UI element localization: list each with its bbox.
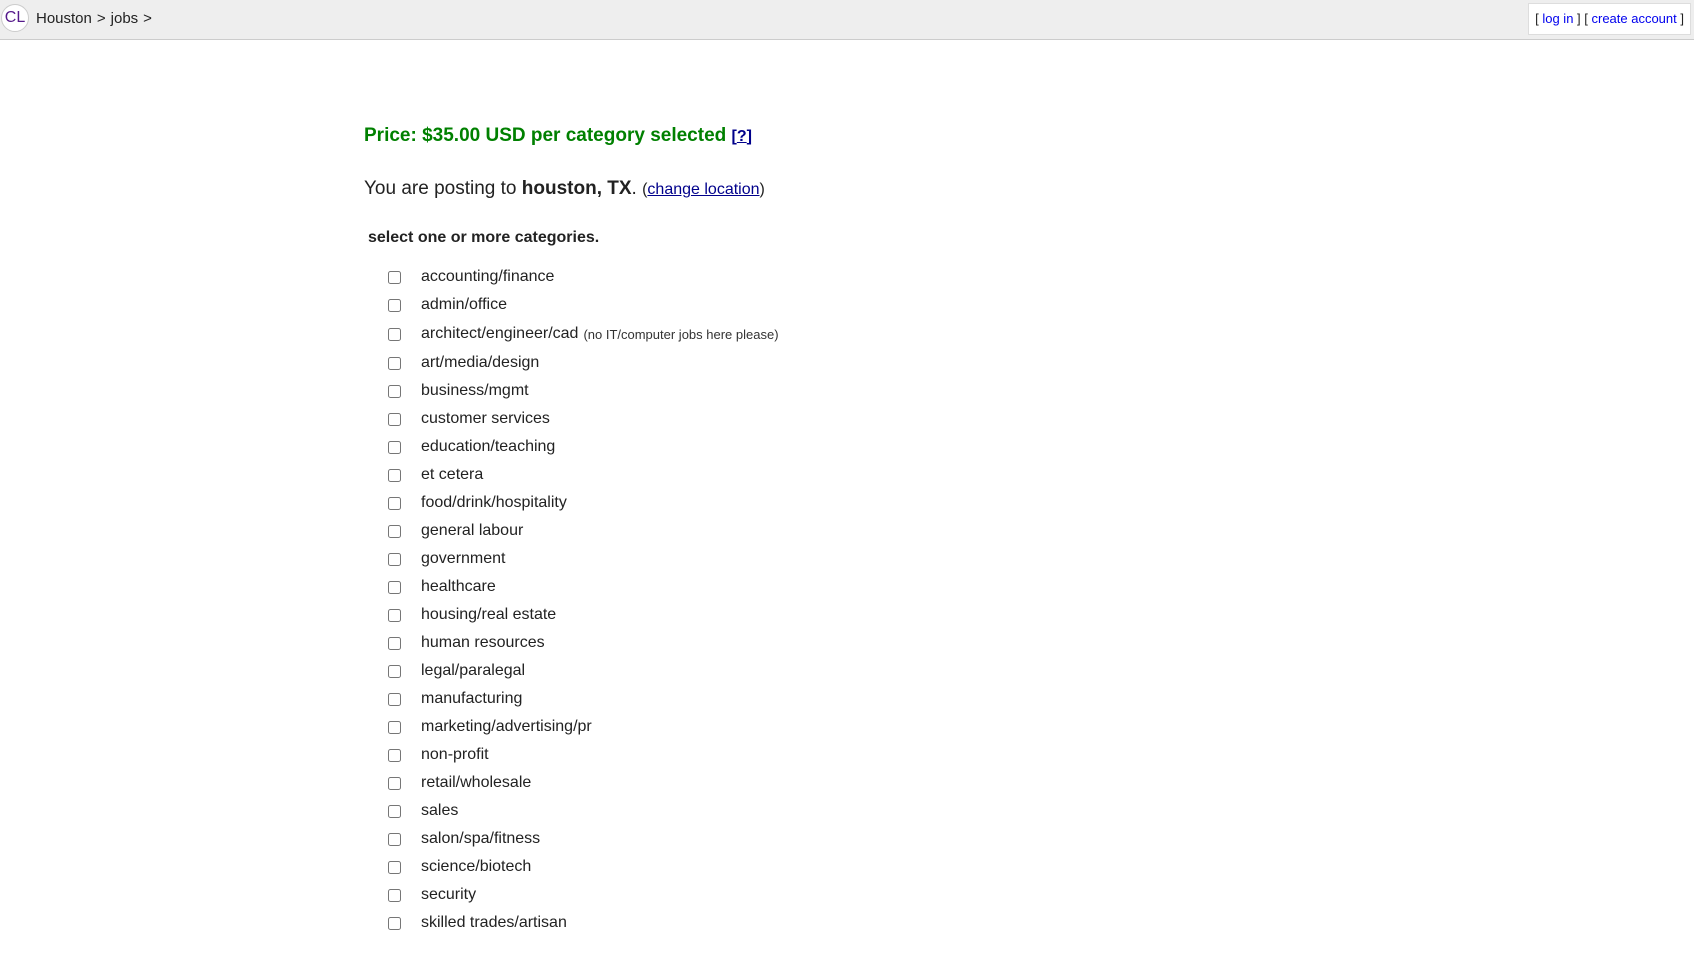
category-item[interactable]: skilled trades/artisan <box>388 909 1264 937</box>
price-text: Price: $35.00 USD per category selected <box>364 125 727 146</box>
category-label[interactable]: healthcare <box>421 578 496 596</box>
posting-location: houston, TX <box>521 178 632 199</box>
category-label[interactable]: non-profit <box>421 746 489 764</box>
category-checkbox[interactable] <box>388 356 401 370</box>
category-label[interactable]: legal/paralegal <box>421 662 525 680</box>
category-label[interactable]: security <box>421 886 476 904</box>
breadcrumb: Houston > jobs > <box>36 10 157 27</box>
category-checkbox[interactable] <box>388 804 401 818</box>
category-checkbox[interactable] <box>388 412 401 426</box>
category-label[interactable]: business/mgmt <box>421 382 529 400</box>
category-item[interactable]: education/teaching <box>388 433 1264 461</box>
category-item[interactable]: manufacturing <box>388 685 1264 713</box>
category-note: (no IT/computer jobs here please) <box>583 326 779 342</box>
category-checkbox[interactable] <box>388 608 401 622</box>
category-item[interactable]: government <box>388 545 1264 573</box>
price-help-link[interactable]: ? <box>737 128 747 145</box>
category-checkbox[interactable] <box>388 298 401 312</box>
category-item[interactable]: accounting/finance <box>388 263 1264 291</box>
category-checkbox[interactable] <box>388 468 401 482</box>
category-label[interactable]: manufacturing <box>421 690 522 708</box>
top-bar: CL Houston > jobs > [ log in ] [ create acc… <box>0 0 1694 40</box>
category-item[interactable]: healthcare <box>388 573 1264 601</box>
category-item[interactable]: marketing/advertising/pr <box>388 713 1264 741</box>
category-list: accounting/finance admin/office architect/… <box>388 263 1264 937</box>
change-location-link[interactable]: change location <box>647 181 759 198</box>
breadcrumb-houston[interactable]: Houston <box>36 10 92 27</box>
category-label[interactable]: food/drink/hospitality <box>421 494 567 512</box>
breadcrumb-separator: > <box>143 10 152 27</box>
category-label[interactable]: salon/spa/fitness <box>421 830 540 848</box>
category-checkbox[interactable] <box>388 916 401 930</box>
category-label[interactable]: science/biotech <box>421 858 531 876</box>
craigslist-logo[interactable]: CL <box>1 4 29 32</box>
posting-prefix: You are posting to <box>364 178 517 199</box>
category-item[interactable]: sales <box>388 797 1264 825</box>
category-item[interactable]: housing/real estate <box>388 601 1264 629</box>
category-label[interactable]: sales <box>421 802 458 820</box>
account-links: [ log in ] [ create account ] <box>1528 3 1691 35</box>
category-checkbox[interactable] <box>388 692 401 706</box>
category-checkbox[interactable] <box>388 860 401 874</box>
category-label[interactable]: education/teaching <box>421 438 555 456</box>
price-line: Price: $35.00 USD per category selected … <box>364 125 752 146</box>
category-checkbox[interactable] <box>388 552 401 566</box>
category-checkbox[interactable] <box>388 496 401 510</box>
category-label[interactable]: general labour <box>421 522 523 540</box>
category-label[interactable]: accounting/finance <box>421 268 554 286</box>
posting-form: Price: $35.00 USD per category selected … <box>364 124 1264 953</box>
category-item[interactable]: et cetera <box>388 461 1264 489</box>
category-checkbox[interactable] <box>388 440 401 454</box>
category-label[interactable]: et cetera <box>421 466 483 484</box>
category-checkbox[interactable] <box>388 720 401 734</box>
category-checkbox[interactable] <box>388 327 401 341</box>
category-checkbox[interactable] <box>388 748 401 762</box>
category-item[interactable]: architect/engineer/cad (no IT/computer jo… <box>388 319 1264 349</box>
category-item[interactable]: human resources <box>388 629 1264 657</box>
category-label[interactable]: admin/office <box>421 296 507 314</box>
category-item[interactable]: non-profit <box>388 741 1264 769</box>
category-label[interactable]: marketing/advertising/pr <box>421 718 592 736</box>
category-label[interactable]: art/media/design <box>421 354 539 372</box>
category-label[interactable]: retail/wholesale <box>421 774 531 792</box>
category-item[interactable]: food/drink/hospitality <box>388 489 1264 517</box>
breadcrumb-jobs[interactable]: jobs <box>111 10 139 27</box>
category-label[interactable]: housing/real estate <box>421 606 556 624</box>
category-item[interactable]: business/mgmt <box>388 377 1264 405</box>
create-account-link[interactable]: create account <box>1591 11 1676 26</box>
posting-location-line: You are posting to houston, TX. (change … <box>364 178 765 199</box>
category-item[interactable]: general labour <box>388 517 1264 545</box>
category-label[interactable]: customer services <box>421 410 550 428</box>
category-item[interactable]: legal/paralegal <box>388 657 1264 685</box>
category-label[interactable]: government <box>421 550 506 568</box>
category-checkbox[interactable] <box>388 384 401 398</box>
category-item[interactable]: art/media/design <box>388 349 1264 377</box>
category-checkbox[interactable] <box>388 888 401 902</box>
category-item[interactable]: customer services <box>388 405 1264 433</box>
category-item[interactable]: salon/spa/fitness <box>388 825 1264 853</box>
category-label[interactable]: skilled trades/artisan <box>421 914 567 932</box>
category-checkbox[interactable] <box>388 832 401 846</box>
category-item[interactable]: science/biotech <box>388 853 1264 881</box>
category-label[interactable]: architect/engineer/cad <box>421 325 578 343</box>
category-checkbox[interactable] <box>388 636 401 650</box>
category-item[interactable]: security <box>388 881 1264 909</box>
category-label[interactable]: human resources <box>421 634 545 652</box>
category-item[interactable]: admin/office <box>388 291 1264 319</box>
breadcrumb-separator: > <box>96 10 106 27</box>
category-checkbox[interactable] <box>388 580 401 594</box>
category-checkbox[interactable] <box>388 664 401 678</box>
category-checkbox[interactable] <box>388 270 401 284</box>
category-item[interactable]: retail/wholesale <box>388 769 1264 797</box>
category-checkbox[interactable] <box>388 524 401 538</box>
login-link[interactable]: log in <box>1542 11 1573 26</box>
category-checkbox[interactable] <box>388 776 401 790</box>
categories-heading: select one or more categories. <box>368 229 600 246</box>
